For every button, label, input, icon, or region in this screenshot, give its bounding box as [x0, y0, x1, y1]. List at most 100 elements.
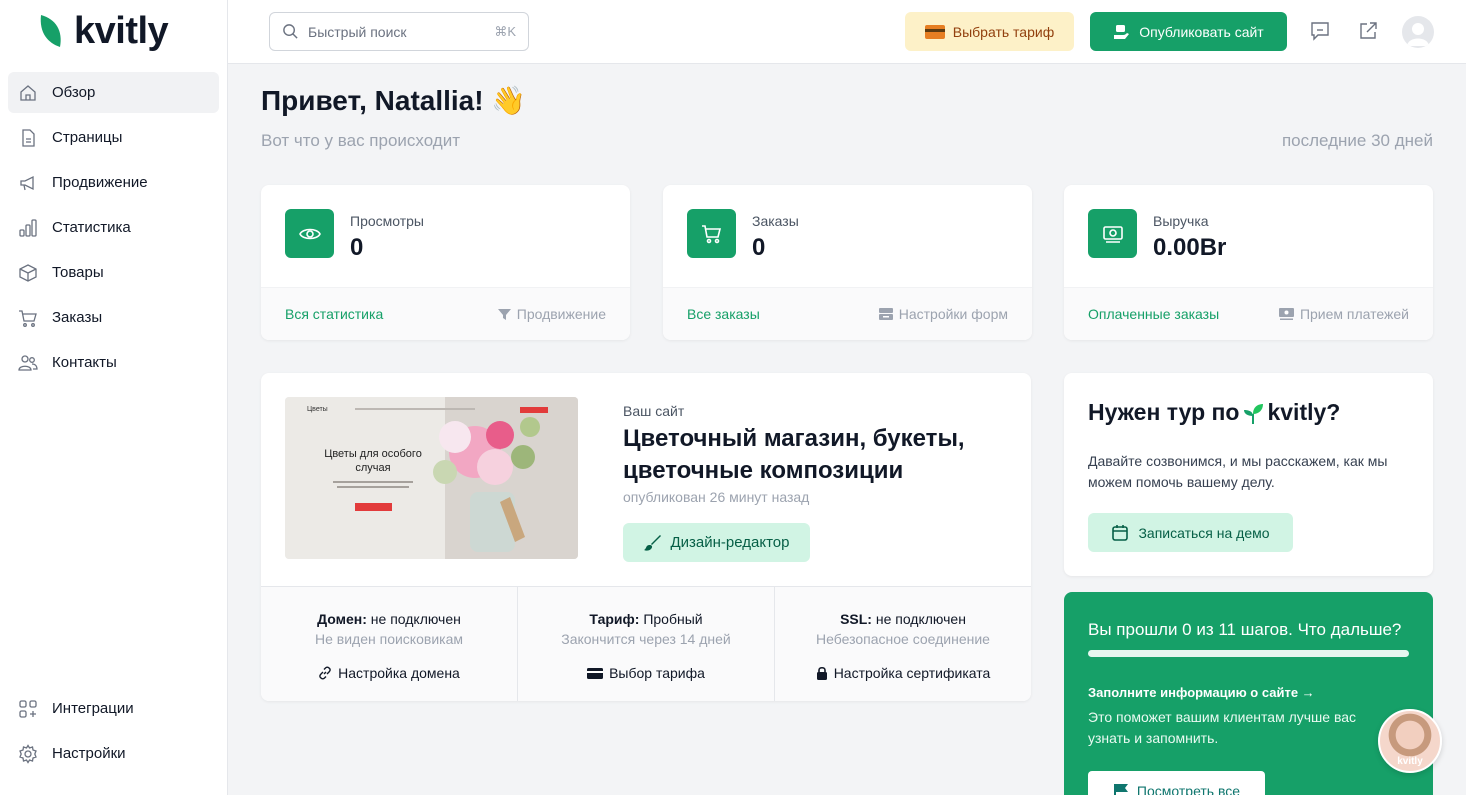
box-icon — [19, 263, 37, 282]
stat-value: 0 — [752, 234, 766, 261]
sidebar-item-statistics[interactable]: Статистика — [8, 207, 219, 248]
date-range[interactable]: последние 30 дней — [1282, 131, 1433, 151]
site-preview-thumbnail[interactable]: Цветы Цветы для особого случая — [285, 397, 578, 559]
sidebar-item-contacts[interactable]: Контакты — [8, 342, 219, 383]
all-orders-link[interactable]: Все заказы — [687, 306, 760, 322]
fill-site-info-link[interactable]: Заполните информацию о сайте → — [1088, 685, 1315, 700]
search-placeholder: Быстрый поиск — [308, 23, 407, 40]
domain-value: не подключен — [370, 611, 461, 627]
users-icon — [18, 354, 38, 371]
page-icon — [22, 128, 35, 147]
sidebar-item-orders[interactable]: Заказы — [8, 297, 219, 338]
promotion-link[interactable]: Продвижение — [497, 306, 606, 322]
sidebar-item-pages[interactable]: Страницы — [8, 117, 219, 158]
domain-settings-link[interactable]: Настройка домена — [261, 665, 517, 681]
home-icon — [20, 84, 36, 101]
choose-tariff-button[interactable]: Выбрать тариф — [905, 12, 1074, 51]
design-editor-label: Дизайн-редактор — [670, 534, 790, 551]
site-status-grid: Домен: не подключен Не виден поисковикам… — [261, 586, 1031, 701]
credit-card-icon — [587, 667, 604, 679]
sidebar-item-label: Обзор — [52, 84, 96, 101]
preview-brand: Цветы — [307, 406, 328, 413]
book-demo-label: Записаться на демо — [1138, 524, 1270, 541]
credit-card-icon — [924, 24, 945, 39]
sidebar-item-label: Статистика — [52, 219, 131, 236]
domain-status: Домен: не подключен Не виден поисковикам… — [261, 587, 517, 701]
avatar[interactable] — [1402, 16, 1434, 48]
eye-icon — [285, 209, 334, 258]
ssl-value: не подключен — [875, 611, 966, 627]
tour-title-prefix: Нужен тур по — [1088, 399, 1240, 425]
onboarding-steps-card: Вы прошли 0 из 11 шагов. Что дальше? Зап… — [1064, 592, 1433, 795]
stat-label: Выручка — [1153, 213, 1209, 229]
site-published-time: опубликован 26 минут назад — [623, 489, 810, 505]
ssl-title: SSL: — [840, 611, 872, 627]
ssl-status: SSL: не подключен Небезопасное соединени… — [774, 587, 1031, 701]
promotion-link-label: Продвижение — [516, 306, 606, 322]
domain-sub: Не виден поисковикам — [315, 631, 463, 647]
ssl-settings-link[interactable]: Настройка сертификата — [775, 665, 1031, 681]
tariff-settings-link[interactable]: Выбор тарифа — [518, 665, 774, 681]
chart-icon — [19, 218, 37, 237]
sidebar: kvitly Обзор Страницы Продвижение Статис… — [0, 0, 228, 795]
ssl-settings-label: Настройка сертификата — [833, 665, 991, 681]
lock-icon — [816, 666, 827, 680]
stat-card-views: Просмотры 0 Вся статистика Продвижение — [261, 185, 630, 340]
page-title: Привет, Natallia! 👋 — [261, 85, 527, 116]
stat-card-orders: Заказы 0 Все заказы Настройки форм — [663, 185, 1032, 340]
sidebar-item-overview[interactable]: Обзор — [8, 72, 219, 113]
sidebar-item-label: Страницы — [52, 129, 123, 146]
sidebar-item-promotion[interactable]: Продвижение — [8, 162, 219, 203]
all-statistics-link[interactable]: Вся статистика — [285, 306, 383, 322]
steps-progress-bar — [1088, 650, 1409, 657]
chat-bubble-label: kvitly — [1397, 756, 1423, 767]
tour-title: Нужен тур по kvitly? — [1088, 399, 1340, 426]
sprout-icon — [1244, 403, 1264, 424]
flag-icon — [1113, 784, 1128, 795]
logo[interactable]: kvitly — [38, 10, 169, 53]
funnel-icon — [497, 308, 511, 320]
form-settings-link[interactable]: Настройки форм — [878, 306, 1008, 322]
tariff-settings-label: Выбор тарифа — [609, 665, 705, 681]
sidebar-item-label: Заказы — [52, 309, 103, 326]
design-editor-button[interactable]: Дизайн-редактор — [623, 523, 810, 562]
book-demo-button[interactable]: Записаться на демо — [1088, 513, 1293, 552]
domain-settings-label: Настройка домена — [338, 665, 460, 681]
stat-value: 0 — [350, 234, 364, 261]
sidebar-item-products[interactable]: Товары — [8, 252, 219, 293]
inbox-icon — [878, 308, 893, 320]
search-icon — [283, 24, 298, 39]
view-all-label: Посмотреть все — [1136, 783, 1241, 795]
ssl-sub: Небезопасное соединение — [816, 631, 990, 647]
link-icon — [319, 666, 331, 680]
stat-value: 0.00Br — [1153, 234, 1227, 261]
external-link-icon[interactable] — [1357, 20, 1379, 42]
sidebar-item-settings[interactable]: Настройки — [8, 733, 219, 774]
site-label: Ваш сайт — [623, 403, 685, 419]
sidebar-item-integrations[interactable]: Интеграции — [8, 688, 219, 729]
stat-label: Заказы — [752, 213, 799, 229]
publish-site-button[interactable]: Опубликовать сайт — [1090, 12, 1287, 51]
payments-link-label: Прием платежей — [1299, 306, 1409, 322]
svg-text:Цветы для особого: Цветы для особого — [324, 448, 422, 460]
stat-card-revenue: Выручка 0.00Br Оплаченные заказы Прием п… — [1064, 185, 1433, 340]
publish-site-label: Опубликовать сайт — [1139, 23, 1264, 40]
megaphone-icon — [20, 175, 34, 190]
search-input[interactable]: Быстрый поиск ⌘K — [269, 12, 529, 51]
search-shortcut: ⌘K — [494, 23, 516, 39]
payments-link[interactable]: Прием платежей — [1278, 306, 1409, 322]
sidebar-nav: Обзор Страницы Продвижение Статистика То… — [8, 72, 219, 387]
paid-orders-link[interactable]: Оплаченные заказы — [1088, 306, 1219, 322]
view-all-steps-button[interactable]: Посмотреть все — [1088, 771, 1265, 795]
tour-title-brand: kvitly? — [1267, 399, 1341, 425]
stat-label: Просмотры — [350, 213, 424, 229]
tariff-value: Пробный — [643, 611, 703, 627]
tariff-status: Тариф: Пробный Закончится через 14 дней … — [517, 587, 774, 701]
site-preview-image: Цветы Цветы для особого случая — [285, 397, 578, 559]
tariff-sub: Закончится через 14 дней — [561, 631, 731, 647]
chat-icon[interactable] — [1309, 20, 1331, 42]
page-subtitle: Вот что у вас происходит — [261, 131, 461, 150]
steps-description: Это поможет вашим клиентам лучше вас узн… — [1088, 709, 1357, 746]
site-title: Цветочный магазин, букеты, цветочные ком… — [623, 425, 965, 484]
support-chat-bubble[interactable]: kvitly — [1378, 709, 1442, 773]
